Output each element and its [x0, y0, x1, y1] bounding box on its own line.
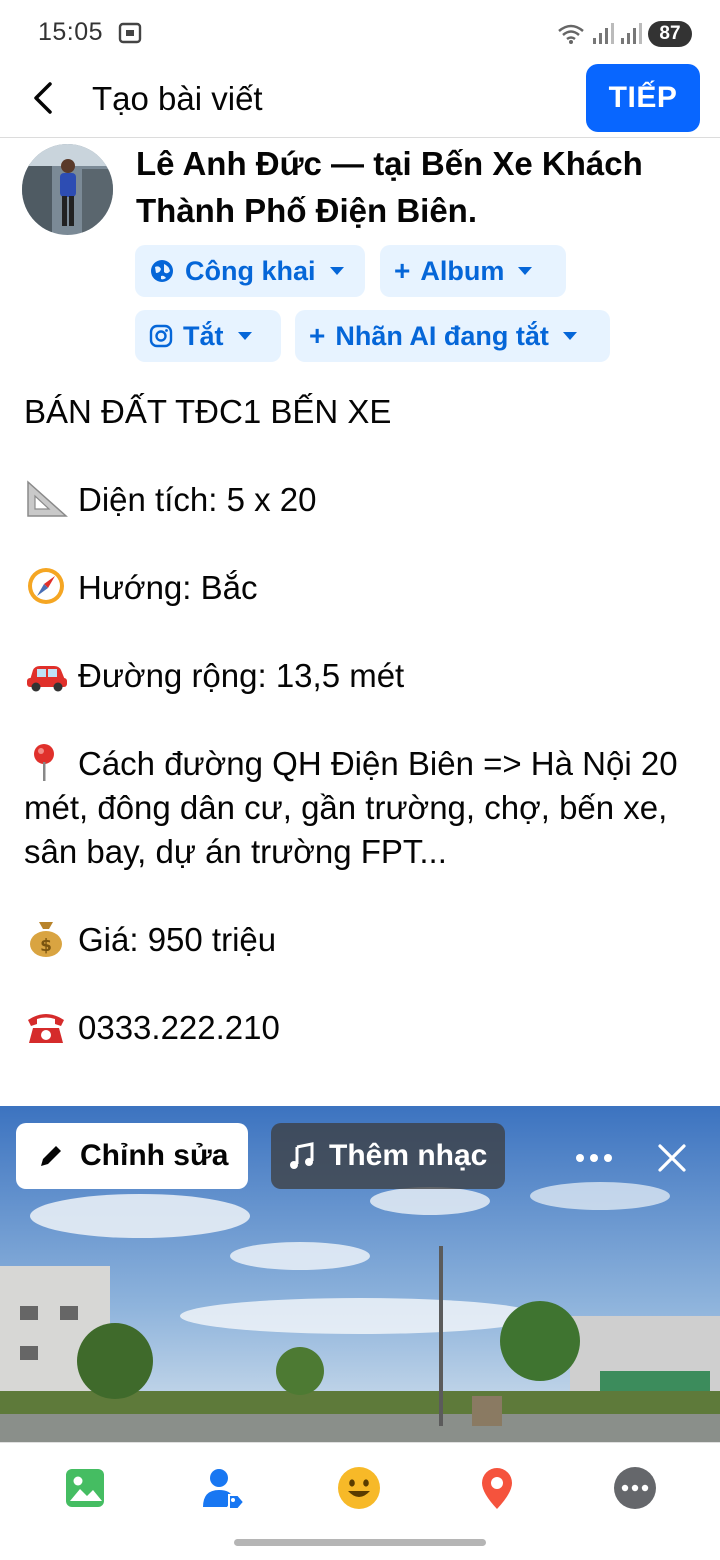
screen-cast-icon	[118, 22, 142, 44]
avatar-image	[22, 144, 113, 235]
avatar[interactable]	[22, 144, 113, 235]
pin-icon	[34, 744, 54, 781]
svg-text:$: $	[40, 936, 52, 956]
instagram-toggle[interactable]: Tắt	[135, 310, 281, 362]
music-note-icon	[290, 1142, 314, 1169]
instagram-label: Tắt	[183, 320, 224, 351]
close-icon[interactable]	[656, 1142, 688, 1174]
pencil-icon	[41, 1146, 61, 1166]
triangular-ruler-icon	[27, 480, 68, 517]
telephone-icon	[28, 1014, 64, 1043]
next-button[interactable]: TIẾP	[586, 64, 700, 132]
dropdown-caret-icon	[562, 332, 577, 340]
price-text: Giá: 950 triệu	[78, 921, 277, 958]
audience-label: Công khai	[185, 255, 316, 286]
add-music-button[interactable]: Thêm nhạc	[271, 1123, 505, 1189]
signal-icon	[621, 23, 642, 44]
audience-selector[interactable]: Công khai	[135, 245, 365, 297]
status-icons: 87	[556, 20, 692, 48]
back-arrow-icon[interactable]	[28, 78, 60, 118]
location-icon[interactable]	[474, 1465, 520, 1511]
car-icon	[27, 666, 67, 692]
post-text-editor[interactable]: BÁN ĐẤT TĐC1 BẾN XE Diện tích: 5 x 20 Hư…	[24, 390, 704, 1050]
page-title: Tạo bài viết	[92, 80, 263, 117]
add-music-label: Thêm nhạc	[329, 1139, 488, 1172]
header: Tạo bài viết TIẾP	[0, 64, 720, 138]
post-line-road: Đường rộng: 13,5 mét	[24, 654, 704, 698]
more-icon[interactable]	[612, 1465, 658, 1511]
tag-people-icon[interactable]	[200, 1465, 246, 1511]
post-line-direction: Hướng: Bắc	[24, 566, 704, 610]
author-line[interactable]: Lê Anh Đức — tại Bến Xe Khách Thành Phố …	[136, 140, 696, 234]
dropdown-caret-icon	[518, 267, 533, 275]
photo-icon[interactable]	[62, 1465, 108, 1511]
edit-photo-button[interactable]: Chỉnh sửa	[16, 1123, 248, 1189]
ai-label-toggle[interactable]: + Nhãn AI đang tắt	[295, 310, 610, 362]
status-bar: 15:05 87	[0, 0, 720, 64]
post-line-area: Diện tích: 5 x 20	[24, 478, 704, 522]
post-title: BÁN ĐẤT TĐC1 BẾN XE	[24, 393, 392, 430]
direction-text: Hướng: Bắc	[78, 569, 258, 606]
post-line-phone: 0333.222.210	[24, 1006, 704, 1050]
money-bag-icon: $	[30, 922, 62, 957]
status-time: 15:05	[38, 18, 104, 46]
feeling-icon[interactable]	[336, 1465, 382, 1511]
plus-icon: +	[394, 255, 411, 286]
album-button[interactable]: + Album	[380, 245, 566, 297]
plus-icon: +	[309, 320, 326, 351]
edit-photo-label: Chỉnh sửa	[80, 1139, 229, 1172]
compass-icon	[28, 568, 64, 604]
wifi-icon	[558, 24, 584, 44]
post-line-location: Cách đường QH Điện Biên => Hà Nội 20 mét…	[24, 742, 704, 874]
instagram-icon	[149, 324, 173, 348]
battery-indicator: 87	[648, 21, 692, 47]
phone-text: 0333.222.210	[78, 1009, 280, 1046]
album-label: Album	[420, 255, 505, 286]
area-text: Diện tích: 5 x 20	[78, 481, 317, 518]
dropdown-caret-icon	[329, 267, 344, 275]
road-text: Đường rộng: 13,5 mét	[78, 657, 405, 694]
more-options-icon[interactable]	[572, 1148, 616, 1168]
globe-icon	[151, 260, 173, 282]
home-indicator[interactable]	[234, 1539, 486, 1546]
ai-label: Nhãn AI đang tắt	[335, 320, 549, 351]
dropdown-caret-icon	[237, 332, 252, 340]
post-line-price: $ Giá: 950 triệu	[24, 918, 704, 962]
signal-icon	[593, 23, 614, 44]
location-text: Cách đường QH Điện Biên => Hà Nội 20 mét…	[24, 745, 678, 870]
